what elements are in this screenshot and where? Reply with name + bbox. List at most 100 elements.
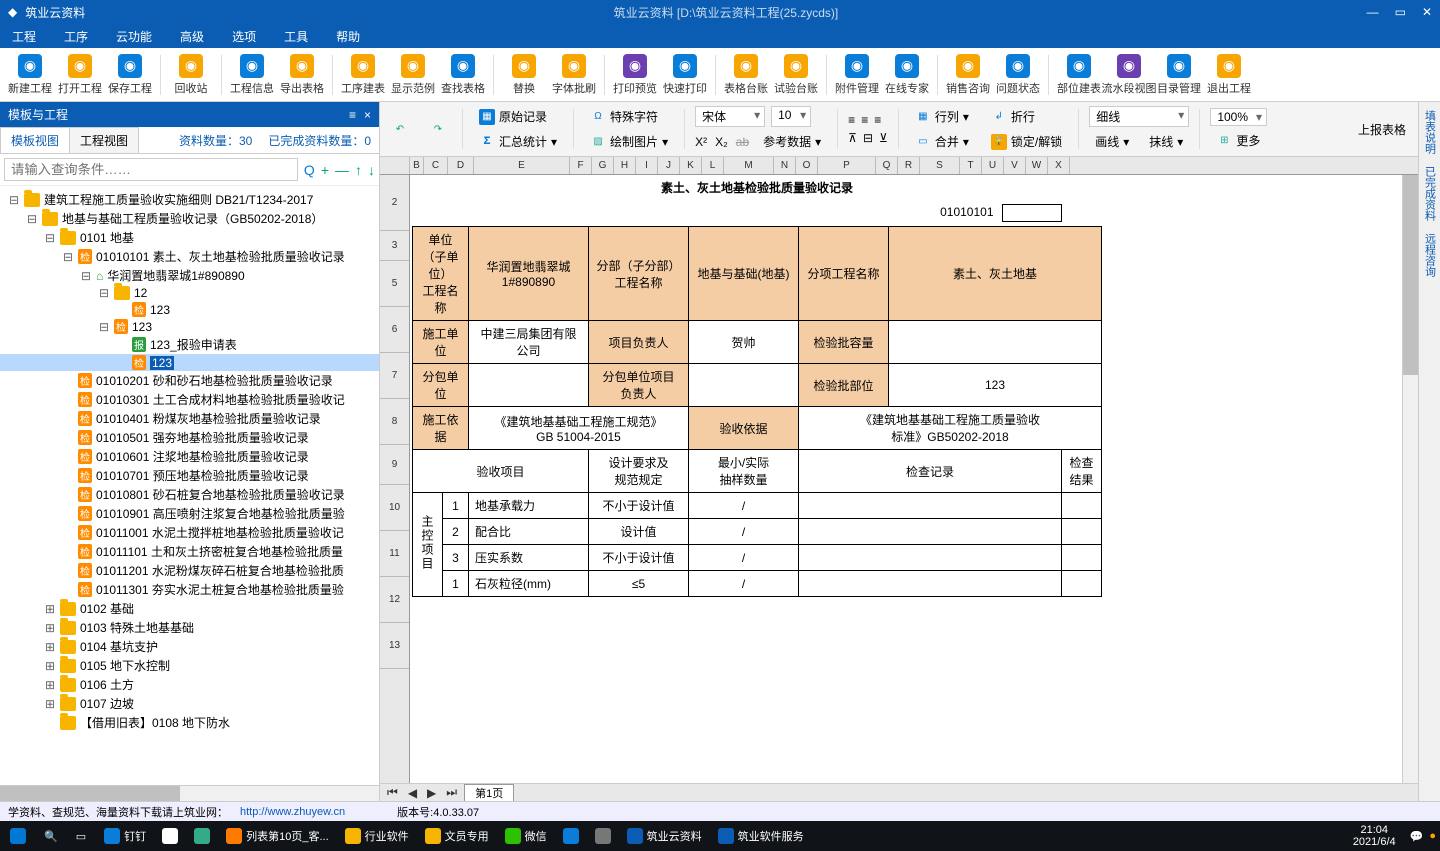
expand-icon[interactable]: ⊟ [26, 212, 38, 226]
linestyle-select[interactable]: 细线 [1089, 106, 1189, 127]
row-header[interactable]: 5 [380, 261, 409, 307]
row-header[interactable]: 9 [380, 445, 409, 485]
grid[interactable]: 素土、灰土地基检验批质量验收记录 01010101 单位（子单位） 工程名称 华… [410, 175, 1418, 783]
tree-node[interactable]: 检01010301 土工合成材料地基检验批质量验收记 [0, 390, 379, 409]
lock-button[interactable]: 🔒锁定/解锁 [985, 131, 1068, 152]
col-header[interactable]: P [818, 157, 876, 174]
row-header[interactable]: 11 [380, 531, 409, 577]
tree-node[interactable]: ⊞0105 地下水控制 [0, 656, 379, 675]
expand-icon[interactable]: ⊞ [44, 678, 56, 692]
search-icon[interactable]: Q [304, 162, 315, 178]
tool-目录管理[interactable]: ◉目录管理 [1155, 54, 1203, 96]
menu-工程[interactable]: 工程 [12, 28, 36, 45]
task-行业软件[interactable]: 行业软件 [339, 826, 415, 846]
menu-云功能[interactable]: 云功能 [116, 28, 152, 45]
task-app[interactable] [188, 826, 216, 846]
col-header[interactable]: J [658, 157, 680, 174]
summary-stats-button[interactable]: 𝚺汇总统计 ▾ [473, 131, 563, 152]
col-header[interactable]: B [410, 157, 424, 174]
tree-node[interactable]: ⊟检123 [0, 318, 379, 335]
tree-node[interactable]: 检01010701 预压地基检验批质量验收记录 [0, 466, 379, 485]
col-header[interactable]: I [636, 157, 658, 174]
task-app[interactable] [557, 826, 585, 846]
tree-node[interactable]: 检01010801 砂石桩复合地基检验批质量验收记录 [0, 485, 379, 504]
row-header[interactable]: 13 [380, 623, 409, 669]
erase-line-button[interactable]: 抹线 ▾ [1143, 131, 1189, 152]
col-header[interactable]: D [448, 157, 474, 174]
tree-node[interactable]: 检01011201 水泥粉煤灰碎石桩复合地基检验批质 [0, 561, 379, 580]
col-header[interactable]: M [724, 157, 774, 174]
tree-node[interactable]: 【借用旧表】0108 地下防水 [0, 713, 379, 732]
tree-node[interactable]: ⊟⌂华润置地翡翠城1#890890 [0, 266, 379, 285]
zoom-select[interactable]: 100% [1210, 108, 1267, 126]
expand-icon[interactable]: ⊞ [44, 697, 56, 711]
size-select[interactable]: 10 [771, 106, 811, 127]
align-left-icon[interactable]: ≡ [848, 113, 855, 127]
superscript-icon[interactable]: X² [695, 135, 707, 149]
last-sheet-icon[interactable]: ⏭ [443, 785, 460, 800]
row-header[interactable]: 2 [380, 175, 409, 231]
align-right-icon[interactable]: ≡ [874, 113, 881, 127]
tool-打开工程[interactable]: ◉打开工程 [56, 54, 104, 96]
col-header[interactable]: U [982, 157, 1004, 174]
tree-node[interactable]: ⊞0107 边坡 [0, 694, 379, 713]
row-header[interactable]: 3 [380, 231, 409, 261]
tool-字体批刷[interactable]: ◉字体批刷 [550, 54, 598, 96]
notification-icon[interactable]: 💬 [1410, 830, 1424, 843]
up-icon[interactable]: ↑ [355, 162, 362, 178]
tree-node[interactable]: 检01011301 夯实水泥土桩复合地基检验批质量验 [0, 580, 379, 599]
panel-menu-icon[interactable]: ≡ [349, 108, 356, 122]
tree-node[interactable]: 报123_报验申请表 [0, 335, 379, 354]
tree-node[interactable]: 检01010601 注浆地基检验批质量验收记录 [0, 447, 379, 466]
col-header[interactable]: Q [876, 157, 898, 174]
side-tab-help[interactable]: 填表说明 [1422, 110, 1438, 154]
tree-node[interactable]: ⊟12 [0, 285, 379, 301]
wrap-button[interactable]: ↲折行 [985, 106, 1068, 127]
task-钉钉[interactable]: 钉钉 [98, 826, 152, 846]
col-header[interactable]: G [592, 157, 614, 174]
redo-icon[interactable]: ↷ [424, 119, 452, 139]
expand-icon[interactable]: ⊟ [98, 320, 110, 334]
special-char-button[interactable]: Ω特殊字符 [584, 106, 674, 127]
tree-node[interactable]: 检123 [0, 354, 379, 371]
col-header[interactable] [380, 157, 410, 174]
side-tab-remote[interactable]: 远程咨询 [1422, 233, 1438, 277]
tab-project-view[interactable]: 工程视图 [69, 127, 139, 153]
col-header[interactable]: N [774, 157, 796, 174]
tool-新建工程[interactable]: ◉新建工程 [6, 54, 54, 96]
undo-icon[interactable]: ↶ [386, 119, 414, 139]
ref-data-button[interactable]: 参考数据 ▾ [757, 131, 827, 152]
row-header[interactable]: 12 [380, 577, 409, 623]
menu-工序[interactable]: 工序 [64, 28, 88, 45]
expand-icon[interactable]: ⊟ [62, 250, 74, 264]
tree-node[interactable]: ⊞0103 特殊土地基基础 [0, 618, 379, 637]
expand-icon[interactable]: ⊟ [98, 286, 110, 300]
tool-在线专家[interactable]: ◉在线专家 [883, 54, 931, 96]
valign-top-icon[interactable]: ⊼ [848, 131, 857, 145]
tree-node[interactable]: ⊞0106 土方 [0, 675, 379, 694]
col-header[interactable]: H [614, 157, 636, 174]
subscript-icon[interactable]: X₂ [715, 135, 728, 149]
panel-close-icon[interactable]: × [364, 108, 371, 122]
menu-选项[interactable]: 选项 [232, 28, 256, 45]
row-header[interactable]: 8 [380, 399, 409, 445]
expand-icon[interactable]: ⊞ [44, 621, 56, 635]
tree-node[interactable]: 检123 [0, 301, 379, 318]
col-header[interactable]: S [920, 157, 960, 174]
down-icon[interactable]: ↓ [368, 162, 375, 178]
tool-流水段视图[interactable]: ◉流水段视图 [1105, 54, 1153, 96]
col-header[interactable]: K [680, 157, 702, 174]
menu-工具[interactable]: 工具 [284, 28, 308, 45]
tool-部位建表[interactable]: ◉部位建表 [1055, 54, 1103, 96]
tool-保存工程[interactable]: ◉保存工程 [106, 54, 154, 96]
tool-问题状态[interactable]: ◉问题状态 [994, 54, 1042, 96]
add-icon[interactable]: + [321, 162, 329, 178]
tool-试验台账[interactable]: ◉试验台账 [772, 54, 820, 96]
tool-快速打印[interactable]: ◉快速打印 [661, 54, 709, 96]
search-taskbar-icon[interactable]: 🔍 [38, 828, 64, 845]
minimize-icon[interactable]: — [1367, 5, 1379, 19]
strikethrough-icon[interactable]: ab [736, 135, 749, 149]
col-header[interactable]: X [1048, 157, 1070, 174]
col-header[interactable]: C [424, 157, 448, 174]
close-icon[interactable]: ✕ [1422, 5, 1432, 19]
